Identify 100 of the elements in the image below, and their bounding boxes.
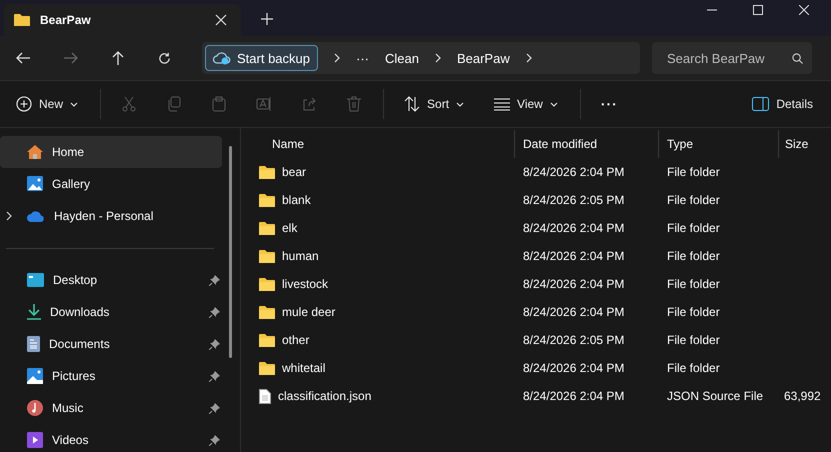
folder-icon — [259, 362, 275, 374]
date-cell-text: 8/24/2026 2:04 PM — [522, 389, 626, 403]
pin-icon[interactable] — [209, 338, 220, 350]
file-name-cell[interactable]: mule deer — [241, 305, 514, 319]
file-name-cell[interactable]: elk — [241, 221, 514, 235]
close-icon[interactable] — [799, 5, 809, 15]
type-cell-text: File folder — [666, 361, 721, 375]
search-input[interactable]: Search BearPaw — [665, 50, 792, 66]
chevron-icon[interactable] — [434, 53, 441, 63]
refresh-icon[interactable] — [158, 52, 171, 64]
start-backup-button[interactable]: Start backup — [205, 45, 318, 71]
file-name-cell[interactable]: human — [241, 249, 514, 263]
home-icon — [27, 144, 43, 160]
date-cell-text: 8/24/2026 2:05 PM — [522, 333, 626, 347]
chevron-icon[interactable] — [526, 53, 532, 63]
address-bar[interactable]: Start backup ··· Clean BearPaw — [202, 42, 640, 74]
maximize-icon[interactable] — [753, 5, 763, 15]
window-tab[interactable]: BearPaw — [4, 4, 241, 36]
sidebar-item[interactable]: Home — [0, 136, 222, 168]
pictures-icon — [27, 368, 43, 384]
type-cell-text: File folder — [666, 333, 721, 347]
type-cell-text: File folder — [666, 249, 721, 263]
type-cell-text: File folder — [666, 165, 721, 179]
file-name-cell[interactable]: whitetail — [241, 361, 514, 375]
sidebar-label: Videos — [52, 433, 90, 447]
folder-icon — [259, 334, 275, 346]
breadcrumb[interactable]: BearPaw — [456, 50, 510, 66]
type-cell-text: File folder — [666, 221, 721, 235]
details-button[interactable]: Details — [744, 87, 821, 121]
pin-icon[interactable] — [209, 274, 220, 286]
sidebar-label: Downloads — [50, 305, 110, 319]
new-button[interactable]: New — [8, 87, 86, 121]
video-icon — [27, 432, 43, 448]
date-cell-text: 8/24/2026 2:04 PM — [522, 165, 626, 179]
pin-icon[interactable] — [209, 434, 220, 446]
back-arrow-icon[interactable] — [16, 52, 30, 64]
folder-icon — [259, 306, 275, 318]
pin-icon[interactable] — [209, 306, 220, 318]
sidebar-item[interactable]: Downloads — [0, 296, 222, 328]
type-cell-text: File folder — [666, 305, 721, 319]
pin-icon[interactable] — [209, 402, 220, 414]
more-button[interactable]: ··· — [592, 87, 626, 121]
lines-icon — [494, 97, 510, 111]
file-name-cell[interactable]: blank — [241, 193, 514, 207]
new-tab-icon[interactable] — [261, 13, 273, 25]
file-icon — [259, 388, 271, 404]
caret-icon — [456, 102, 464, 106]
sort-icon — [404, 96, 420, 112]
file-name-cell[interactable]: bear — [241, 165, 514, 179]
sidebar-item[interactable]: Gallery — [0, 168, 222, 200]
caret-icon — [550, 102, 558, 106]
sidebar-item[interactable]: Pictures — [0, 360, 222, 392]
folder-icon — [259, 194, 275, 206]
clipboard-icon — [211, 96, 228, 112]
breadcrumb[interactable]: Clean — [385, 50, 419, 66]
date-cell-text: 8/24/2026 2:05 PM — [522, 193, 626, 207]
gallery-icon — [27, 176, 43, 192]
panel-icon — [752, 97, 770, 111]
cloud-icon — [27, 210, 45, 222]
sidebar-label: Home — [52, 145, 84, 159]
file-name-cell[interactable]: classification.json — [241, 388, 514, 404]
sidebar-item[interactable]: Hayden - Personal — [0, 200, 222, 232]
sidebar-item[interactable]: Videos — [0, 424, 222, 452]
folder-icon — [14, 13, 30, 27]
type-cell-text: File folder — [666, 277, 721, 291]
forward-arrow-icon[interactable] — [64, 52, 78, 64]
scissors-icon — [121, 96, 138, 112]
chevron-icon[interactable] — [6, 211, 12, 221]
folder-icon — [259, 166, 275, 178]
sidebar-item[interactable]: Documents — [0, 328, 222, 360]
sidebar-label: Documents — [49, 337, 111, 351]
date-cell-text: 8/24/2026 2:04 PM — [522, 277, 626, 291]
sidebar-label: Gallery — [52, 177, 90, 191]
file-name-cell[interactable]: other — [241, 333, 514, 347]
column-header[interactable]: Date modified — [514, 130, 658, 158]
scrollbar[interactable] — [229, 146, 232, 358]
sidebar-item[interactable]: Desktop — [0, 264, 222, 296]
close-icon[interactable] — [215, 14, 227, 26]
file-name-cell[interactable]: livestock — [241, 277, 514, 291]
sidebar-label: Pictures — [52, 369, 96, 383]
sidebar-item[interactable]: Music — [0, 392, 222, 424]
column-header[interactable]: Type — [658, 130, 778, 158]
up-arrow-icon[interactable] — [112, 51, 124, 65]
desktop-icon — [27, 273, 44, 287]
caret-icon — [70, 102, 78, 106]
copy-icon — [166, 96, 182, 112]
pin-icon[interactable] — [209, 370, 220, 382]
search-field[interactable]: Search BearPaw — [652, 42, 812, 74]
tab-title: BearPaw — [40, 13, 92, 27]
column-header[interactable]: Size — [778, 130, 831, 158]
breadcrumb-overflow[interactable]: ··· — [356, 50, 369, 66]
minimize-icon[interactable] — [707, 9, 717, 11]
chevron-icon[interactable] — [334, 53, 340, 63]
folder-icon — [259, 222, 275, 234]
rename-icon — [256, 96, 272, 112]
cloud-icon — [213, 51, 231, 65]
column-header[interactable]: Name — [241, 130, 514, 158]
sort-button[interactable]: Sort — [396, 87, 472, 121]
view-button[interactable]: View — [486, 87, 566, 121]
date-cell-text: 8/24/2026 2:04 PM — [522, 221, 626, 235]
